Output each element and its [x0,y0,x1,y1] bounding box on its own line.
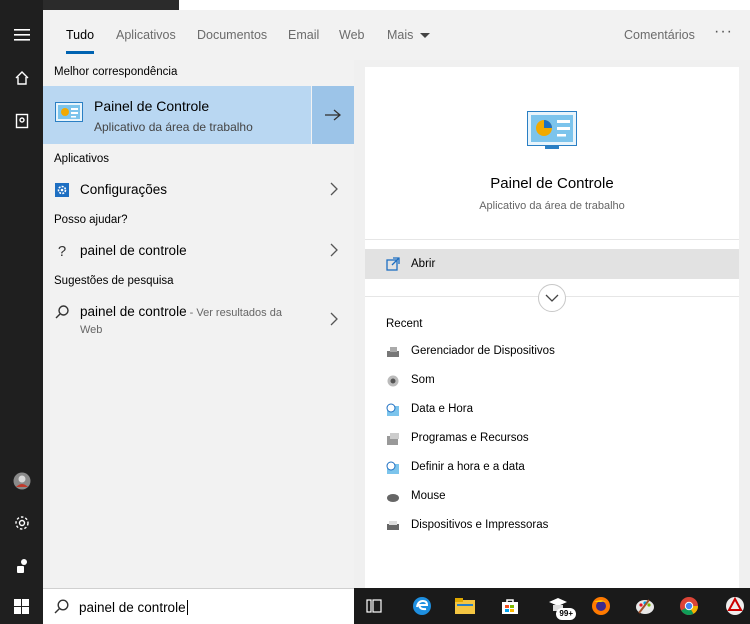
store-icon[interactable] [490,588,530,624]
recent-item[interactable]: Som [365,370,739,392]
recent-heading: Recent [386,318,423,330]
best-match-subtitle: Aplicativo da área de trabalho [94,120,253,134]
tab-documentos[interactable]: Documentos [197,10,267,60]
recent-item[interactable]: Programas e Recursos [365,428,739,450]
clock-icon [386,403,400,417]
device-manager-icon [386,345,400,359]
search-icon [54,304,70,320]
text-cursor [186,600,188,615]
search-input: painel de controle [79,600,188,615]
preview-panel: Painel de Controle Aplicativo da área de… [365,67,739,588]
chevron-down-icon [545,294,559,302]
best-match-title: Painel de Controle [94,98,210,114]
windows-logo-icon [14,598,29,614]
feedback-link[interactable]: Comentários [624,10,695,60]
app-icon[interactable] [715,588,750,624]
top-strip [43,0,750,10]
search-icon [54,599,69,619]
mouse-icon [386,490,400,504]
chrome-icon[interactable] [669,588,709,624]
list-item-configuracoes[interactable]: Configurações [43,172,354,208]
firefox-icon[interactable] [581,588,621,624]
home-icon[interactable] [0,58,43,98]
file-explorer-icon[interactable] [445,588,485,624]
suggestions-heading: Sugestões de pesquisa [54,275,174,287]
printer-icon [386,519,400,533]
list-item-help[interactable]: ? painel de controle [43,233,354,269]
open-action[interactable]: Abrir [365,249,739,279]
divider [365,239,739,240]
results-list: Melhor correspondência Painel de Control… [43,60,354,588]
taskbar: 99+ [354,588,750,624]
start-button[interactable] [0,588,43,624]
chevron-right-icon [330,182,338,201]
chevron-right-icon [330,312,338,331]
apps-heading: Aplicativos [54,153,109,165]
preview-title: Painel de Controle [490,175,614,192]
notification-badge: 99+ [556,608,576,620]
caret-down-icon [420,32,431,38]
expand-button[interactable] [538,284,566,312]
edge-browser-icon[interactable] [402,588,442,624]
tab-web[interactable]: Web [339,10,364,60]
notebook-icon[interactable] [0,101,43,141]
hamburger-menu-icon[interactable] [0,15,43,55]
tab-aplicativos[interactable]: Aplicativos [116,10,176,60]
task-view-icon[interactable] [354,588,394,624]
settings-gear-icon [54,182,70,198]
question-mark-icon: ? [57,242,67,260]
recent-item[interactable]: Gerenciador de Dispositivos [365,341,739,363]
open-external-icon [386,257,400,276]
gear-icon[interactable] [0,503,43,543]
more-options-button[interactable]: ··· [714,10,733,54]
control-panel-icon [527,111,577,154]
speaker-icon [386,374,400,388]
notifications-app-icon[interactable]: 99+ [538,588,578,624]
open-preview-button[interactable] [311,86,354,144]
chevron-right-icon [330,243,338,262]
list-item-web-suggestion[interactable]: painel de controle - Ver resultados da W… [43,294,354,342]
search-box[interactable]: painel de controle [43,588,354,624]
tab-mais[interactable]: Mais [387,10,431,60]
recent-item[interactable]: Definir a hora e a data [365,457,739,479]
recent-item[interactable]: Dispositivos e Impressoras [365,515,739,537]
tab-email[interactable]: Email [288,10,319,60]
recent-item[interactable]: Data e Hora [365,399,739,421]
best-match-item[interactable]: Painel de Controle Aplicativo da área de… [43,86,354,144]
programs-icon [386,432,400,446]
avatar[interactable] [0,461,43,501]
paint-icon[interactable] [625,588,665,624]
preview-subtitle: Aplicativo da área de trabalho [479,200,625,212]
feedback-icon[interactable] [0,546,43,586]
arrow-right-icon [325,109,341,121]
help-heading: Posso ajudar? [54,214,128,226]
control-panel-icon [55,102,83,129]
left-rail [0,0,43,588]
search-scope-tabs: Tudo Aplicativos Documentos Email Web Ma… [43,0,750,60]
recent-item[interactable]: Mouse [365,486,739,508]
tab-tudo[interactable]: Tudo [66,10,95,60]
clock-icon [386,461,400,475]
best-match-heading: Melhor correspondência [54,66,178,78]
